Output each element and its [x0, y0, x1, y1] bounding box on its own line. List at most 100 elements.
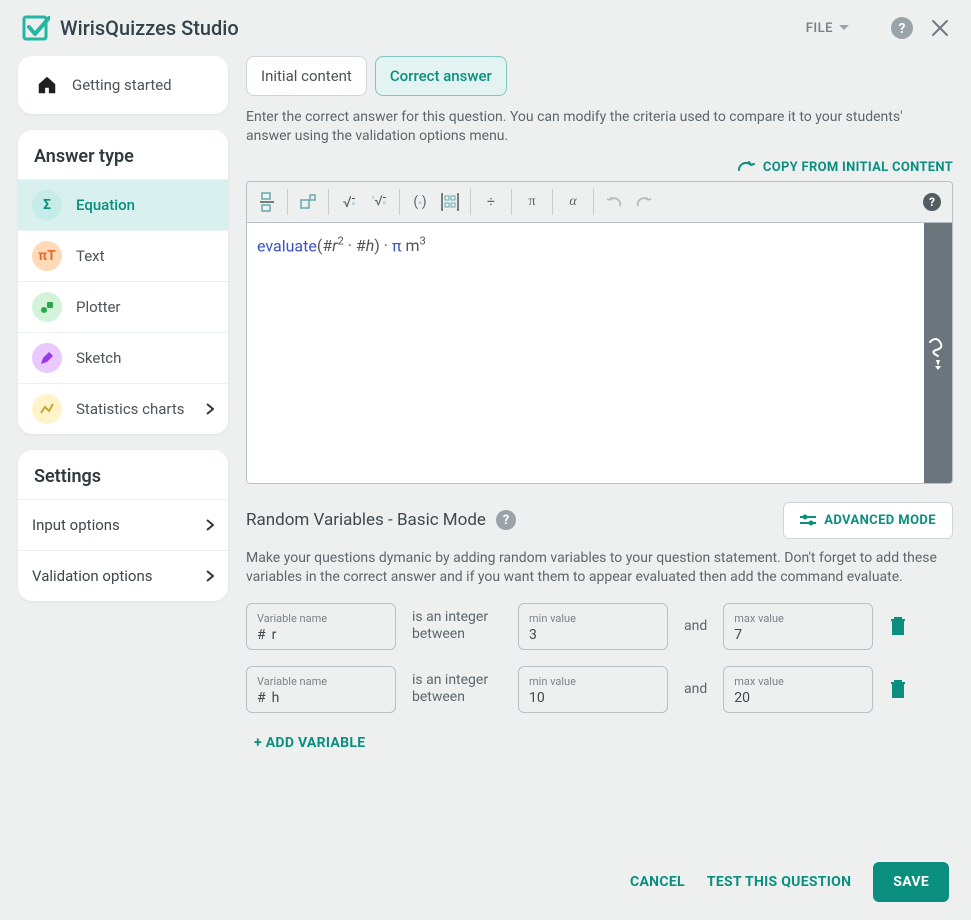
min-value: 10	[529, 690, 657, 706]
answer-type-card: Answer type Σ Equation πT Text Plotter S…	[18, 130, 228, 434]
cancel-button[interactable]: CANCEL	[630, 874, 685, 890]
redo-arrow-icon	[737, 160, 755, 174]
tool-pi[interactable]: π	[518, 186, 546, 218]
answer-type-label: Plotter	[76, 298, 121, 316]
chevron-right-icon	[206, 519, 214, 531]
close-button[interactable]	[931, 19, 949, 37]
max-value: 20	[734, 690, 862, 706]
tool-superscript[interactable]	[294, 186, 322, 218]
help-icon[interactable]: ?	[891, 17, 913, 39]
tool-sqrt[interactable]: √▫	[335, 186, 363, 218]
tool-fraction[interactable]	[253, 186, 281, 218]
text-icon: πT	[32, 241, 62, 271]
sigma-icon: Σ	[32, 190, 62, 220]
variable-row: Variable name #r is an integer between m…	[246, 603, 953, 650]
answer-type-label: Text	[76, 247, 105, 265]
random-section-description: Make your questions dymanic by adding ra…	[246, 549, 953, 587]
getting-started-label: Getting started	[72, 76, 172, 94]
pencil-icon	[32, 343, 62, 373]
and-text: and	[684, 681, 707, 697]
settings-title: Settings	[18, 450, 228, 499]
field-label: max value	[734, 612, 862, 625]
sidebar: Getting started Answer type Σ Equation π…	[18, 56, 228, 751]
settings-card: Settings Input options Validation option…	[18, 450, 228, 601]
answer-type-statistics[interactable]: Statistics charts	[18, 383, 228, 434]
app-logo	[22, 14, 50, 42]
chevron-right-icon	[206, 403, 214, 415]
delete-variable-button[interactable]	[889, 616, 907, 636]
max-value-field[interactable]: max value 7	[723, 603, 873, 650]
variable-name-field[interactable]: Variable name #h	[246, 666, 396, 713]
app-header: WirisQuizzes Studio FILE ?	[0, 0, 971, 50]
chevron-right-icon	[206, 570, 214, 582]
add-variable-button[interactable]: + ADD VARIABLE	[246, 735, 953, 751]
answer-type-title: Answer type	[18, 130, 228, 179]
editor-help-icon[interactable]: ?	[918, 186, 946, 218]
copy-from-initial-button[interactable]: COPY FROM INITIAL CONTENT	[737, 160, 953, 175]
tool-divide[interactable]: ÷	[477, 186, 505, 218]
app-title: WirisQuizzes Studio	[60, 16, 239, 40]
answer-type-sketch[interactable]: Sketch	[18, 332, 228, 383]
plotter-icon	[32, 292, 62, 322]
footer-actions: CANCEL TEST THIS QUESTION SAVE	[630, 862, 949, 902]
random-section-title: Random Variables - Basic Mode	[246, 510, 486, 530]
getting-started-card[interactable]: Getting started	[18, 56, 228, 114]
main-panel: Initial content Correct answer Enter the…	[246, 56, 953, 751]
field-label: Variable name	[257, 675, 385, 688]
between-text: is an integer between	[412, 672, 502, 706]
help-icon[interactable]: ?	[496, 510, 516, 530]
tool-parentheses[interactable]: (▫)	[406, 186, 434, 218]
answer-type-text[interactable]: πT Text	[18, 230, 228, 281]
variable-name-value: h	[272, 690, 280, 706]
file-menu-label: FILE	[806, 21, 833, 36]
and-text: and	[684, 618, 707, 634]
settings-item-label: Input options	[32, 516, 120, 534]
delete-variable-button[interactable]	[889, 679, 907, 699]
field-label: min value	[529, 612, 657, 625]
variable-name-value: r	[272, 627, 277, 643]
chevron-down-icon	[839, 25, 849, 31]
handwriting-icon	[928, 336, 948, 370]
content-tabs: Initial content Correct answer	[246, 56, 953, 96]
test-question-button[interactable]: TEST THIS QUESTION	[707, 874, 851, 890]
answer-type-equation[interactable]: Σ Equation	[18, 179, 228, 230]
save-button[interactable]: SAVE	[873, 862, 949, 902]
min-value: 3	[529, 627, 657, 643]
svg-text:?: ?	[929, 195, 935, 209]
min-value-field[interactable]: min value 3	[518, 603, 668, 650]
equation-editor: √▫ ▫√▫ (▫) ÷ π α ? evalua	[246, 181, 953, 484]
tool-alpha[interactable]: α	[559, 186, 587, 218]
svg-text:?: ?	[899, 21, 906, 37]
answer-type-label: Sketch	[76, 349, 121, 367]
tool-redo[interactable]	[630, 186, 658, 218]
field-label: min value	[529, 675, 657, 688]
min-value-field[interactable]: min value 10	[518, 666, 668, 713]
field-label: Variable name	[257, 612, 385, 625]
tab-correct-answer[interactable]: Correct answer	[375, 56, 507, 96]
random-variables-section: Random Variables - Basic Mode ? ADVANCED…	[246, 502, 953, 751]
tab-initial-content[interactable]: Initial content	[246, 56, 367, 96]
editor-input[interactable]: evaluate(#r2 · #h) · π m3	[247, 223, 924, 483]
handwriting-rail[interactable]	[924, 223, 952, 483]
answer-type-plotter[interactable]: Plotter	[18, 281, 228, 332]
variable-name-field[interactable]: Variable name #r	[246, 603, 396, 650]
tool-matrix[interactable]	[436, 186, 464, 218]
formula-content: evaluate(#r2 · #h) · π m3	[257, 236, 426, 255]
home-icon	[36, 74, 58, 96]
advanced-mode-button[interactable]: ADVANCED MODE	[783, 502, 953, 539]
field-label: max value	[734, 675, 862, 688]
answer-type-label: Equation	[76, 196, 135, 214]
max-value-field[interactable]: max value 20	[723, 666, 873, 713]
sliders-icon	[800, 514, 816, 526]
settings-input-options[interactable]: Input options	[18, 499, 228, 550]
tool-nroot[interactable]: ▫√▫	[365, 186, 393, 218]
copy-button-label: COPY FROM INITIAL CONTENT	[763, 160, 953, 175]
advanced-mode-label: ADVANCED MODE	[824, 513, 936, 528]
file-menu[interactable]: FILE	[806, 21, 849, 36]
chart-icon	[32, 394, 62, 424]
max-value: 7	[734, 627, 862, 643]
settings-validation-options[interactable]: Validation options	[18, 550, 228, 601]
settings-item-label: Validation options	[32, 567, 153, 585]
tab-description: Enter the correct answer for this questi…	[246, 108, 906, 146]
tool-undo[interactable]	[600, 186, 628, 218]
